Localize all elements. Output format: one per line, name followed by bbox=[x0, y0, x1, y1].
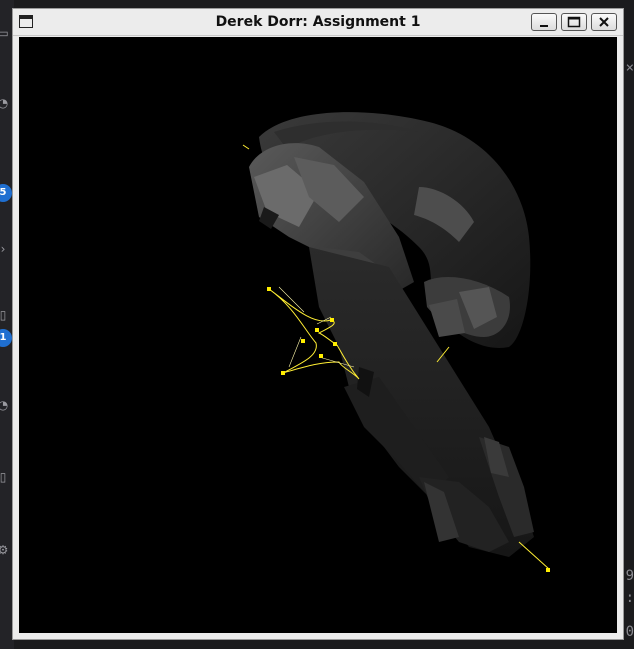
control-point[interactable] bbox=[267, 287, 271, 291]
close-button[interactable] bbox=[591, 13, 617, 31]
control-point[interactable] bbox=[301, 339, 305, 343]
history-icon[interactable]: ◔ bbox=[0, 398, 10, 412]
minimize-icon bbox=[540, 25, 548, 27]
control-point[interactable] bbox=[319, 354, 323, 358]
control-point[interactable] bbox=[333, 342, 337, 346]
gear-icon[interactable]: ⚙ bbox=[0, 543, 10, 557]
control-point[interactable] bbox=[315, 328, 319, 332]
maximize-icon bbox=[567, 16, 581, 28]
home-icon[interactable]: ▭ bbox=[0, 26, 10, 40]
3d-scene bbox=[242, 112, 550, 572]
history-icon[interactable]: ◔ bbox=[0, 96, 10, 110]
notification-badge[interactable]: 1 bbox=[0, 329, 12, 347]
control-point[interactable] bbox=[281, 371, 285, 375]
close-icon bbox=[599, 17, 609, 27]
app-window: Derek Dorr: Assignment 1 bbox=[12, 8, 624, 640]
title-bar[interactable]: Derek Dorr: Assignment 1 bbox=[13, 9, 623, 36]
close-icon[interactable]: × bbox=[626, 60, 634, 76]
minimize-button[interactable] bbox=[531, 13, 557, 31]
background-text: : bbox=[625, 590, 634, 606]
file-icon[interactable]: ▯ bbox=[0, 308, 10, 322]
notification-badge[interactable]: 5 bbox=[0, 184, 12, 202]
maximize-button[interactable] bbox=[561, 13, 587, 31]
chevron-right-icon[interactable]: › bbox=[0, 242, 10, 256]
background-text: 0 bbox=[625, 624, 634, 640]
background-text: 9 bbox=[625, 568, 634, 584]
file-icon[interactable]: ▯ bbox=[0, 470, 10, 484]
control-point[interactable] bbox=[330, 318, 334, 322]
control-point[interactable] bbox=[546, 568, 550, 572]
render-canvas[interactable] bbox=[19, 37, 617, 633]
